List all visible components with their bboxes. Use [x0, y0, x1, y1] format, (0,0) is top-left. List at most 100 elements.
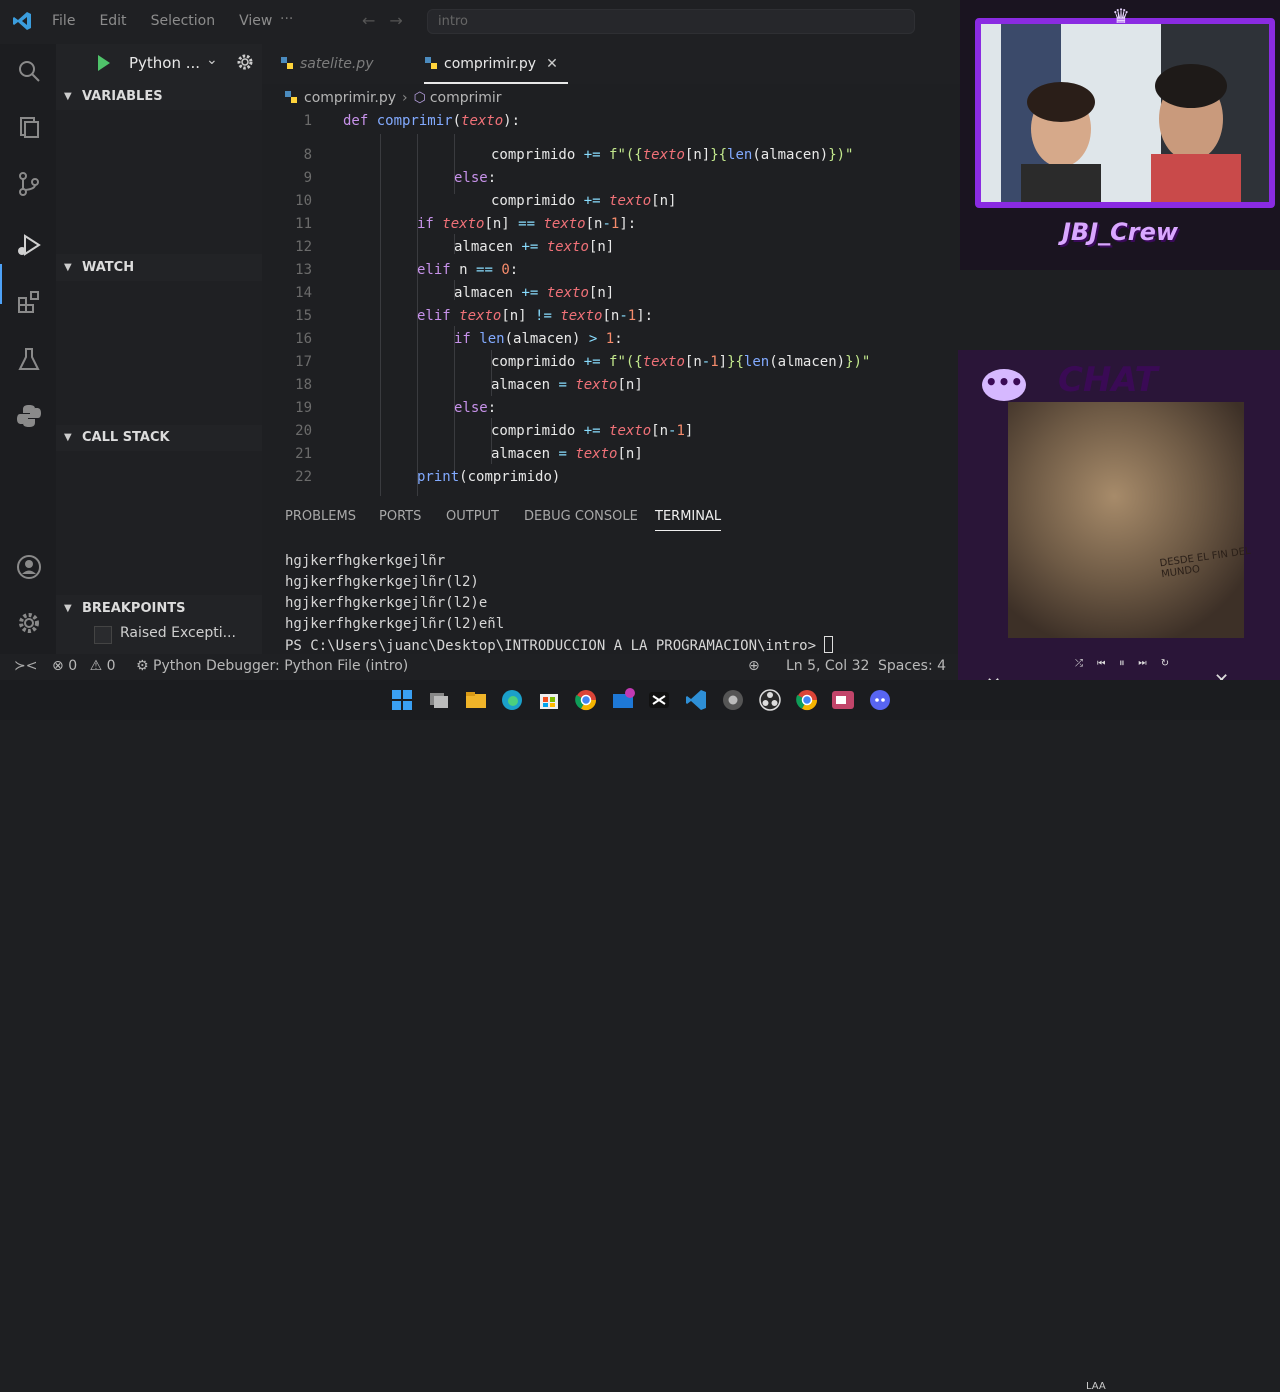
chat-bubble-icon: ••• [982, 369, 1026, 401]
code-text: comprimido += f"({texto[n]}{len(almacen)… [491, 147, 854, 163]
panel-tab-terminal[interactable]: TERMINAL [655, 509, 722, 531]
cursor-position[interactable]: Ln 5, Col 32 [786, 658, 869, 674]
breadcrumb-file[interactable]: comprimir.py [284, 90, 396, 106]
windows-taskbar: LAA [0, 680, 1280, 1392]
chrome-profile-icon[interactable] [795, 688, 819, 712]
shuffle-icon[interactable]: ⤮ [1075, 658, 1097, 669]
media-controls: ⤮⏮⏸⏭↻ [1075, 658, 1183, 669]
line-number: 22 [295, 469, 312, 485]
status-bar: ≻< ⊗ 0 ⚠ 0 ⚙ Python Debugger: Python Fil… [0, 654, 960, 680]
caret-down-icon: ▼ [64, 262, 72, 273]
line-number: 17 [295, 354, 312, 370]
webcam-frame [975, 18, 1275, 208]
more-menu-icon[interactable]: ··· [280, 11, 293, 27]
line-number: 16 [295, 331, 312, 347]
manage-gear-icon[interactable] [16, 610, 42, 636]
code-text: print(comprimido) [417, 469, 561, 485]
launch-config-gear-icon[interactable] [235, 52, 255, 72]
panel-tab-ports[interactable]: PORTS [379, 509, 421, 524]
line-number: 1 [303, 113, 312, 129]
menu-selection[interactable]: Selection [151, 13, 216, 29]
command-center-search[interactable]: intro [427, 9, 915, 34]
crown-icon: ♛ [1112, 4, 1130, 28]
capcut-icon[interactable] [647, 688, 671, 712]
tray-language[interactable]: LAA [1086, 1381, 1106, 1392]
menu-view[interactable]: View [239, 13, 272, 29]
terminal-cursor [824, 636, 834, 653]
panel-tab-output[interactable]: OUTPUT [446, 509, 499, 524]
breakpoints-section-header[interactable]: ▼ BREAKPOINTS [56, 596, 262, 622]
line-number: 21 [295, 446, 312, 462]
call-stack-section-header[interactable]: ▼ CALL STACK [56, 425, 262, 451]
line-number: 11 [295, 216, 312, 232]
task-view-icon[interactable] [427, 688, 451, 712]
menu-file[interactable]: File [52, 13, 75, 29]
pause-icon[interactable]: ⏸ [1119, 658, 1138, 669]
problems-status[interactable]: ⊗ 0 ⚠ 0 [52, 658, 116, 674]
code-editor[interactable]: 1 def comprimir(texto): 8 comprimido += f"(… [262, 110, 960, 496]
extensions-icon[interactable] [16, 289, 42, 315]
terminal-output-line: hgjkerfhgkerkgejlñr(l2)e [285, 595, 488, 611]
remote-icon[interactable]: ≻< [14, 658, 37, 674]
forward-arrow-icon[interactable]: → [389, 11, 416, 30]
zoom-icon[interactable]: ⊕ [748, 658, 760, 674]
panel-tab-problems[interactable]: PROBLEMS [285, 509, 356, 524]
source-control-icon[interactable] [16, 171, 42, 197]
testing-flask-icon[interactable] [16, 346, 42, 372]
run-debug-icon[interactable] [16, 232, 42, 258]
windows-start-icon[interactable] [390, 688, 414, 712]
chrome-active-icon[interactable] [721, 688, 745, 712]
breadcrumb-symbol[interactable]: › ⬡ comprimir [402, 90, 502, 106]
code-text: comprimido += texto[n-1] [491, 423, 694, 439]
vscode-taskbar-icon[interactable] [684, 688, 708, 712]
tab-satelite[interactable]: satelite.py [280, 44, 373, 84]
menu-edit[interactable]: Edit [99, 13, 126, 29]
title-bar: File Edit Selection View ··· ←→ intro [0, 0, 960, 44]
variables-section-header[interactable]: ▼ VARIABLES [56, 84, 262, 110]
indentation-status[interactable]: Spaces: 4 [878, 658, 946, 674]
watch-section-header[interactable]: ▼ WATCH [56, 255, 262, 281]
close-tab-icon[interactable]: ✕ [546, 56, 558, 72]
repeat-icon[interactable]: ↻ [1161, 658, 1183, 669]
nav-arrows[interactable]: ←→ [362, 11, 417, 30]
search-icon[interactable] [16, 58, 42, 84]
terminal[interactable]: hgjkerfhgkerkgejlñr hgjkerfhgkerkgejlñr(… [262, 545, 960, 655]
account-icon[interactable] [16, 554, 42, 580]
code-text: elif texto[n] != texto[n-1]: [417, 308, 654, 324]
back-arrow-icon[interactable]: ← [362, 11, 389, 30]
start-debugging-play-icon[interactable] [98, 55, 110, 71]
chat-title: CHAT [1058, 360, 1158, 400]
stream-team-name: JBJ_Crew [1062, 218, 1179, 246]
python-icon[interactable] [16, 403, 42, 429]
code-text: else: [454, 400, 497, 416]
edge-browser-icon[interactable] [500, 688, 524, 712]
breakpoint-checkbox[interactable] [94, 626, 112, 644]
mail-icon[interactable] [611, 688, 635, 712]
run-config-label[interactable]: Python ... [129, 54, 200, 72]
line-number: 12 [295, 239, 312, 255]
caret-down-icon: ▼ [64, 91, 72, 102]
panel-tab-debug-console[interactable]: DEBUG CONSOLE [524, 509, 638, 524]
menu-bar: File Edit Selection View [52, 13, 296, 29]
indent-guide [380, 134, 381, 496]
debugger-status[interactable]: ⚙ Python Debugger: Python File (intro) [136, 658, 408, 674]
caret-down-icon: ▼ [64, 603, 72, 614]
symbol-method-icon: ⬡ [413, 90, 426, 106]
microsoft-store-icon[interactable] [537, 688, 561, 712]
obs-icon[interactable] [758, 688, 782, 712]
previous-icon[interactable]: ⏮ [1097, 658, 1119, 669]
chevron-down-icon[interactable]: ⌄ [206, 52, 218, 68]
zoom-video-icon[interactable] [831, 688, 855, 712]
discord-icon[interactable] [868, 688, 892, 712]
terminal-prompt[interactable]: PS C:\Users\juanc\Desktop\INTRODUCCION A… [285, 636, 834, 654]
explorer-files-icon[interactable] [16, 114, 42, 140]
line-number: 10 [295, 193, 312, 209]
code-text: def comprimir(texto): [343, 113, 521, 129]
tab-comprimir[interactable]: comprimir.py ✕ [424, 44, 568, 84]
chrome-icon[interactable] [574, 688, 598, 712]
watch-panel [56, 281, 262, 425]
python-file-icon [285, 91, 297, 103]
call-stack-panel [56, 451, 262, 595]
next-icon[interactable]: ⏭ [1138, 658, 1160, 669]
file-explorer-icon[interactable] [464, 688, 488, 712]
